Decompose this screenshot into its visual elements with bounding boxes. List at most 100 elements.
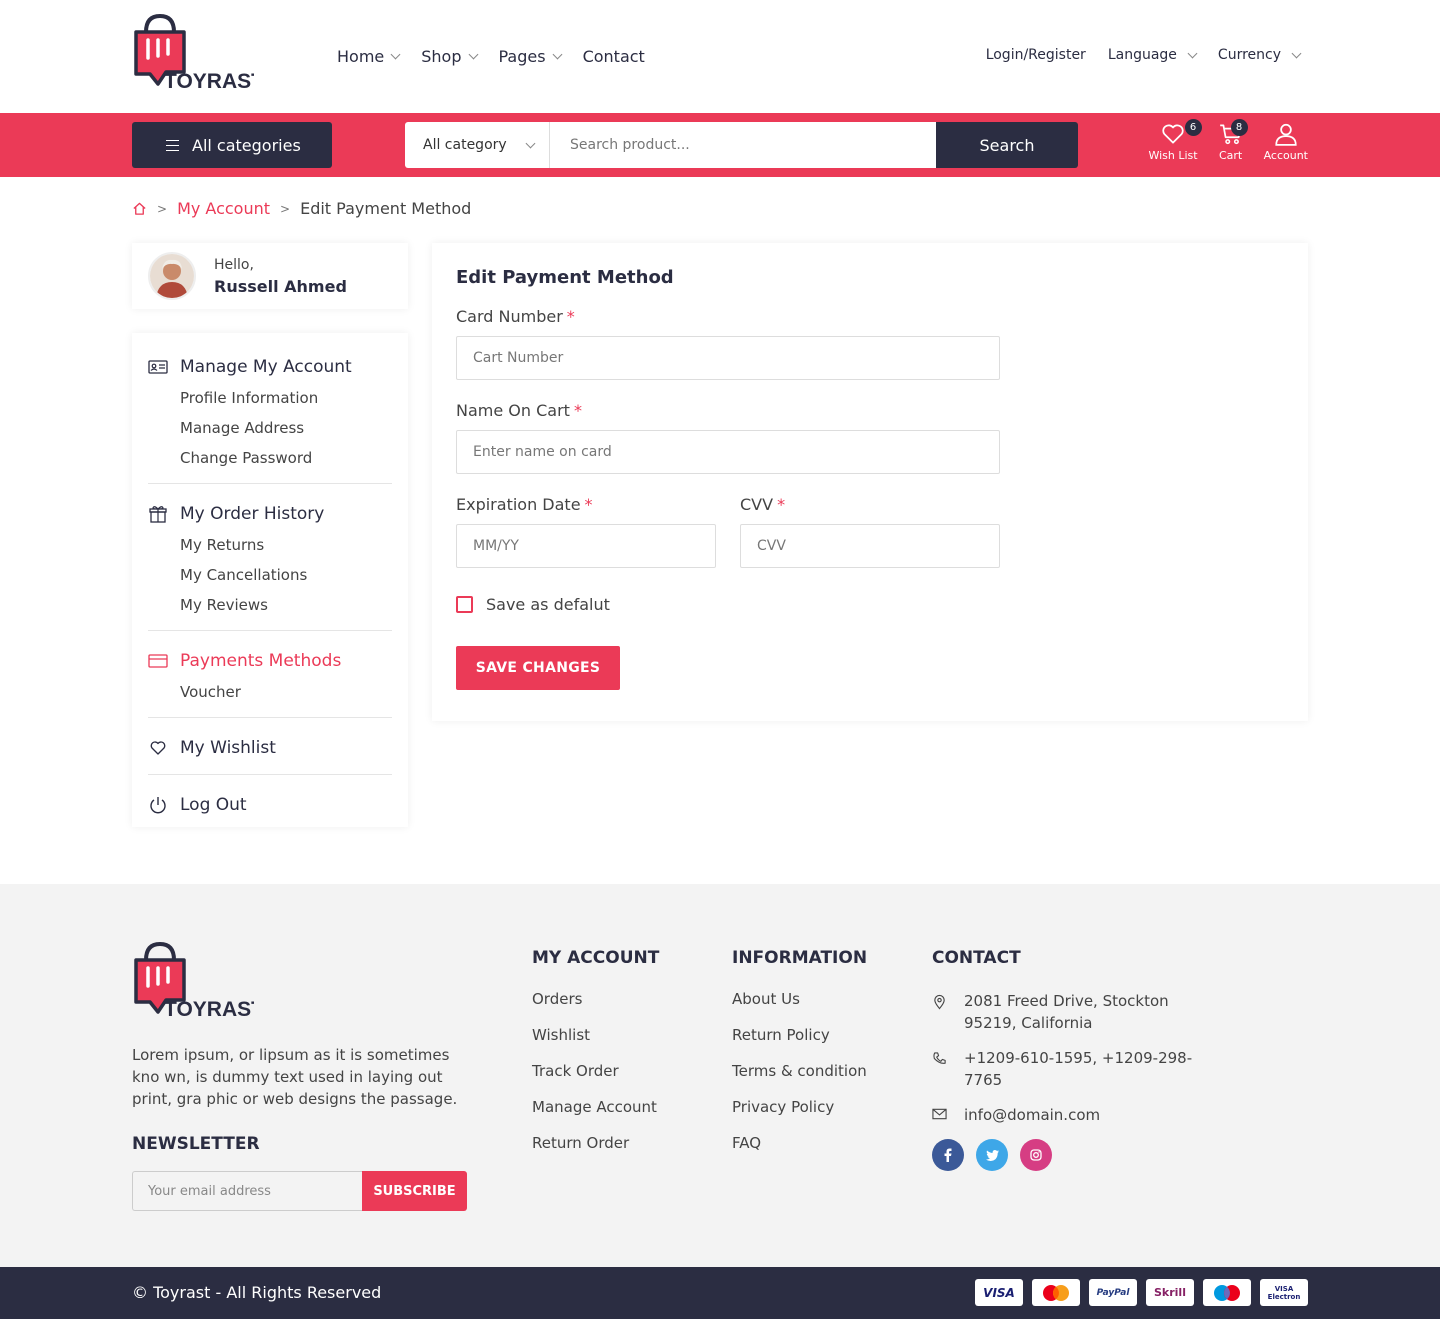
phone-icon [933,1052,946,1064]
nav-home[interactable]: Home [337,47,401,66]
name-on-card-label: Name On Cart * [456,401,582,420]
footer-information: INFORMATION About Us Return Policy Terms… [732,948,867,1170]
chevron-down-icon [1291,48,1302,58]
order-history-link[interactable]: My Order History [148,504,392,524]
footer-link-terms[interactable]: Terms & condition [732,1062,867,1084]
breadcrumb-my-account[interactable]: My Account [177,199,270,218]
nav-shop-label: Shop [421,47,462,66]
footer-link-return-policy[interactable]: Return Policy [732,1026,867,1048]
contact-email: info@domain.com [932,1104,1222,1126]
payments-methods-label: Payments Methods [180,651,342,671]
shopping-bag-logo-icon: TOYRAST [134,14,254,92]
sidebar-item-cancellations[interactable]: My Cancellations [148,566,392,584]
footer-brand-name: TOYRAST [164,998,254,1020]
category-select[interactable]: All category [405,122,550,168]
footer-link-track-order[interactable]: Track Order [532,1062,659,1084]
search-form: All category Search [405,122,1078,168]
heart-icon [150,741,166,755]
payments-methods-link[interactable]: Payments Methods [148,651,392,671]
menu-group-logout: Log Out [148,775,392,831]
home-icon[interactable] [132,201,147,216]
copyright: © Toyrast - All Rights Reserved [132,1283,382,1302]
account-link[interactable]: Account [1264,121,1308,162]
menu-group-orders: My Order History My Returns My Cancellat… [148,484,392,631]
nav-pages-label: Pages [498,47,546,66]
search-button[interactable]: Search [936,122,1078,168]
instagram-icon[interactable] [1020,1139,1052,1171]
chevron-down-icon [468,49,478,60]
phone-text: +1209-610-1595, +1209-298-7765 [964,1049,1193,1089]
footer-link-return-order[interactable]: Return Order [532,1134,659,1156]
chevron-right-icon: > [157,201,168,216]
cvv-label: CVV * [740,495,786,514]
chevron-down-icon [525,138,536,148]
save-default-checkbox[interactable]: Save as defalut [456,595,610,614]
wishlist-link[interactable]: 6 Wish List [1148,119,1202,162]
newsletter-title: NEWSLETTER [132,1134,260,1154]
form-title: Edit Payment Method [456,267,674,288]
all-categories-button[interactable]: All categories [132,122,332,168]
language-dropdown[interactable]: Language [1108,47,1198,63]
top-header: TOYRAST Home Shop Pages Contact Login/Re… [0,0,1440,113]
map-pin-icon [934,994,945,1010]
footer-link-orders[interactable]: Orders [532,990,659,1012]
footer-link-faq[interactable]: FAQ [732,1134,867,1156]
footer-contact-title: CONTACT [932,948,1021,968]
hamburger-icon [166,139,179,152]
footer-logo[interactable]: TOYRAST [132,941,264,1024]
sidebar-item-reviews[interactable]: My Reviews [148,596,392,614]
save-default-label: Save as defalut [486,595,610,614]
my-wishlist-link[interactable]: My Wishlist [148,738,392,758]
mastercard-icon [1032,1279,1080,1306]
brand-logo[interactable]: TOYRAST [132,14,254,92]
subscribe-button[interactable]: SUBSCRIBE [362,1171,467,1211]
cart-label: Cart [1218,149,1243,162]
id-card-icon [148,360,168,374]
footer-link-manage-account[interactable]: Manage Account [532,1098,659,1120]
save-changes-button[interactable]: SAVE CHANGES [456,646,620,690]
chevron-down-icon [552,49,563,60]
name-on-card-input[interactable] [456,430,1000,474]
sidebar-item-returns[interactable]: My Returns [148,536,392,554]
nav-pages[interactable]: Pages [498,47,563,66]
footer-link-wishlist[interactable]: Wishlist [532,1026,659,1048]
search-input[interactable] [550,122,936,168]
user-icon [1275,123,1297,146]
sidebar-item-voucher[interactable]: Voucher [148,683,392,701]
social-links [932,1139,1222,1171]
cvv-input[interactable] [740,524,1000,568]
footer-link-about-us[interactable]: About Us [732,990,867,1012]
nav-contact[interactable]: Contact [583,47,645,66]
email-text[interactable]: info@domain.com [964,1104,1100,1126]
nav-shop[interactable]: Shop [421,47,478,66]
menu-group-account: Manage My Account Profile Information Ma… [148,333,392,484]
twitter-icon[interactable] [976,1139,1008,1171]
footer-link-privacy[interactable]: Privacy Policy [732,1098,867,1120]
checkbox-box[interactable] [456,596,473,613]
facebook-icon[interactable] [932,1139,964,1171]
cart-link[interactable]: 8 Cart [1218,119,1248,162]
wishlist-count-badge: 6 [1184,119,1202,136]
logout-label: Log Out [180,795,247,815]
card-number-input[interactable] [456,336,1000,380]
sidebar-item-change-password[interactable]: Change Password [148,449,392,467]
card-number-label: Card Number * [456,307,575,326]
category-select-value: All category [423,137,507,153]
footer-my-account: MY ACCOUNT Orders Wishlist Track Order M… [532,948,659,1170]
contact-phone: +1209-610-1595, +1209-298-7765 [932,1047,1222,1091]
currency-dropdown[interactable]: Currency [1218,47,1302,63]
sidebar-item-profile-information[interactable]: Profile Information [148,389,392,407]
expiration-date-input[interactable] [456,524,716,568]
logout-link[interactable]: Log Out [148,795,392,815]
login-register-link[interactable]: Login/Register [986,47,1086,63]
footer-my-account-title: MY ACCOUNT [532,948,660,968]
visa-card-icon: VISA [975,1279,1023,1306]
footer-information-title: INFORMATION [732,948,868,968]
profile-card: Hello, Russell Ahmed [132,243,408,309]
avatar [148,252,196,300]
manage-account-link[interactable]: Manage My Account [148,357,392,377]
sidebar-item-manage-address[interactable]: Manage Address [148,419,392,437]
wishlist-label: Wish List [1148,149,1198,162]
maestro-icon [1203,1279,1251,1306]
newsletter-email-input[interactable] [132,1171,362,1211]
